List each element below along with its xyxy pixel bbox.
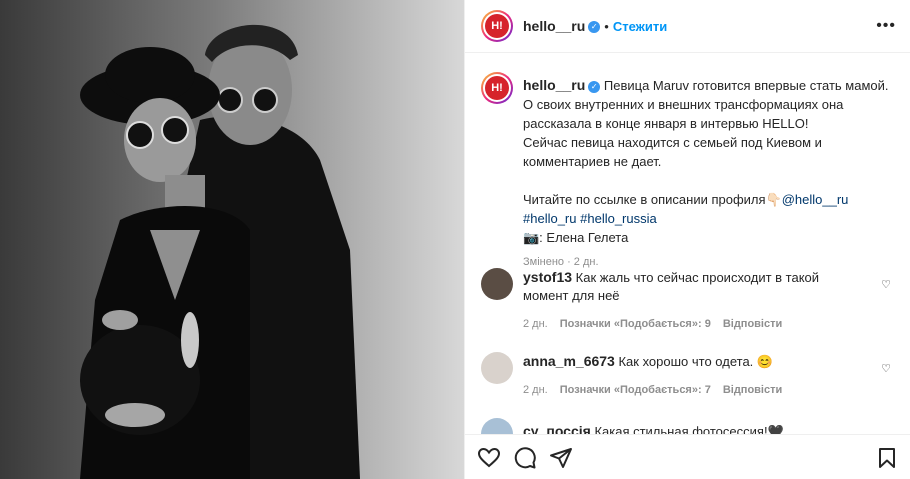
post-sidebar: H! hello__ru ✓ • Стежити ••• H! hello__ru ✓ … [464,0,910,479]
post-header: H! hello__ru ✓ • Стежити ••• [465,0,910,53]
commenter-avatar[interactable] [481,268,513,300]
follow-button[interactable]: Стежити [613,19,667,34]
comment-item: су_поссія Какая стильная фотосессия!🖤 [481,418,891,435]
verified-icon: ✓ [588,20,601,33]
comment-time: 2 дн. [523,318,548,330]
comment-username[interactable]: ystof13 [523,269,572,285]
more-icon[interactable]: ••• [876,17,896,35]
commenter-avatar[interactable] [481,352,513,384]
caption: hello__ru ✓ Певица Maruv готовится впервы… [523,76,895,272]
reply-button[interactable]: Відповісти [723,384,782,396]
share-icon[interactable] [549,446,573,470]
separator-dot: • [604,19,609,34]
caption-text-2: Сейчас певица находится с семьей под Кие… [523,135,822,169]
comment-text: Как хорошо что одета. 😊 [618,354,774,369]
comment-likes[interactable]: Позначки «Подобається»: 7 [560,384,711,396]
caption-text-3: Читайте по ссылке в описании профиля👇🏻 [523,192,782,207]
comment-time: 2 дн. [523,384,548,396]
mention-link[interactable]: @hello__ru [782,192,849,207]
action-bar [465,434,910,479]
verified-icon: ✓ [588,80,601,93]
comment-likes[interactable]: Позначки «Подобається»: 9 [560,318,711,330]
reply-button[interactable]: Відповісти [723,318,782,330]
heart-icon[interactable] [477,446,501,470]
hashtag-link-2[interactable]: #hello_russia [580,211,657,226]
comment-like-icon[interactable]: ♡ [881,362,891,375]
commenter-avatar[interactable] [481,418,513,435]
bookmark-icon[interactable] [875,446,899,470]
post-photo[interactable] [0,0,464,479]
comment-icon[interactable] [513,446,537,470]
hello-logo: H! [485,14,509,38]
caption-username[interactable]: hello__ru [523,77,585,93]
author-username[interactable]: hello__ru [523,18,585,34]
comment-like-icon[interactable]: ♡ [881,278,891,291]
caption-avatar[interactable]: H! [481,72,513,104]
photo-credit: 📷: Елена Гелета [523,230,629,245]
photo-image [0,0,464,479]
author-avatar[interactable]: H! [481,10,513,42]
hashtag-link-1[interactable]: #hello_ru [523,211,577,226]
comment-username[interactable]: anna_m_6673 [523,353,615,369]
hello-logo-small: H! [485,76,509,100]
